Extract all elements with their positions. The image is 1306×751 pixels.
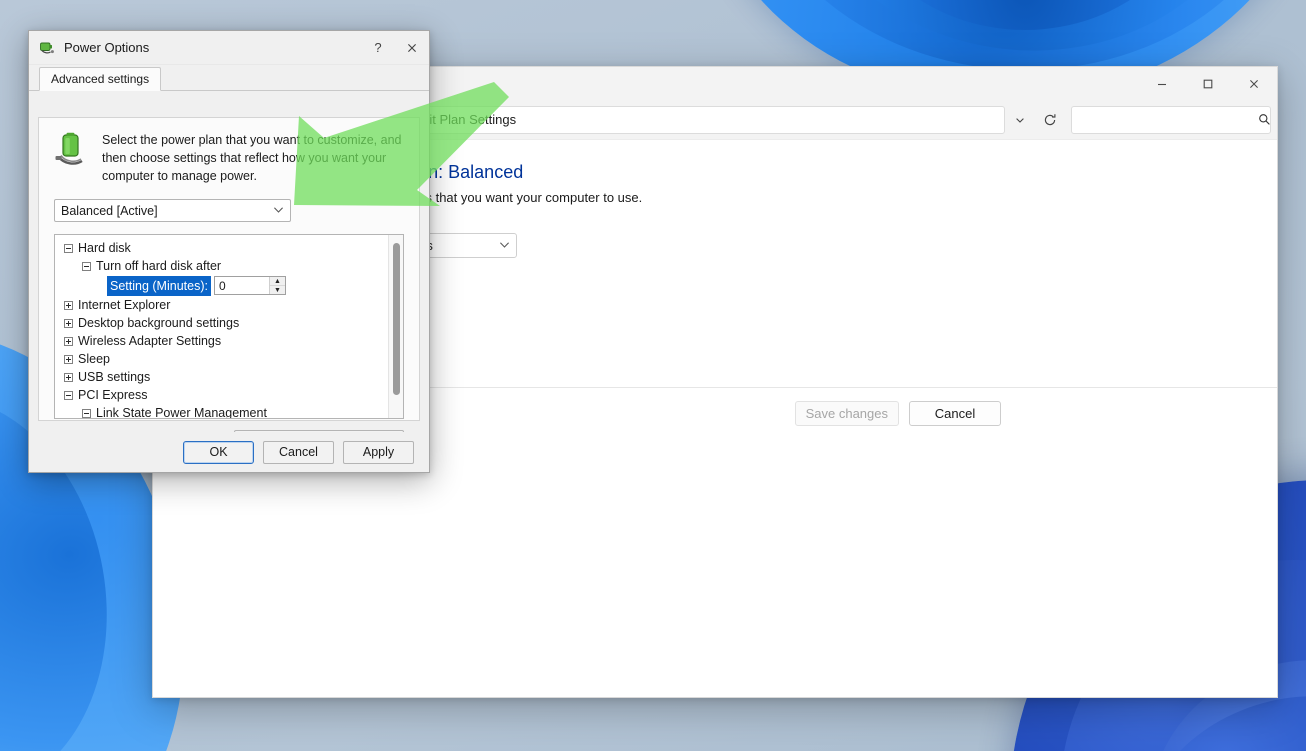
tree-item-link-state-power-management[interactable]: Link State Power Management [55,404,403,420]
ok-button[interactable]: OK [183,440,254,464]
dialog-tabstrip: Advanced settings [29,65,429,91]
expand-icon[interactable] [64,354,73,364]
dialog-intro-text: Select the power plan that you want to c… [102,133,402,183]
collapse-icon[interactable] [64,390,73,400]
power-plug-battery-icon [39,39,56,56]
close-icon[interactable] [1231,67,1277,100]
close-icon[interactable] [395,32,429,64]
power-options-dialog: Power Options ? Advanced settings Select… [28,30,430,473]
tree-scrollbar-thumb[interactable] [393,243,400,396]
expand-icon[interactable] [64,372,73,382]
tree-item-pci-express[interactable]: PCI Express [55,386,403,404]
refresh-icon[interactable] [1035,106,1065,134]
dialog-buttons: OK Cancel Apply [29,432,429,472]
setting-minutes-value[interactable]: 0 [215,277,269,294]
tree-item-hard-disk[interactable]: Hard disk [55,239,403,257]
expand-icon[interactable] [64,318,73,328]
chevron-down-icon [499,241,510,251]
chevron-down-icon [273,206,284,216]
tree-item-label: Sleep [78,352,110,367]
cancel-button[interactable]: Cancel [909,401,1001,426]
collapse-icon[interactable] [64,243,73,253]
search-input[interactable] [1071,105,1271,134]
tree-item-label: Turn off hard disk after [96,259,222,274]
tree-items: Hard disk Turn off hard disk after Setti… [55,235,403,420]
tree-item-label: Hard disk [78,241,131,256]
help-button[interactable]: ? [361,32,395,64]
tree-item-label: Desktop background settings [78,316,240,331]
tree-item-wireless-adapter-settings[interactable]: Wireless Adapter Settings [55,332,403,350]
minimize-icon[interactable] [1139,67,1185,100]
chevron-down-icon[interactable] [1005,106,1035,134]
tree-item-usb-settings[interactable]: USB settings [55,368,403,386]
tree-item-label: USB settings [78,370,151,385]
dialog-title: Power Options [64,40,150,55]
tree-item-label: Wireless Adapter Settings [78,334,222,349]
apply-button[interactable]: Apply [343,440,414,464]
expand-icon[interactable] [64,300,73,310]
stepper-buttons[interactable]: ▲ ▼ [268,277,285,295]
dialog-intro: Select the power plan that you want to c… [54,132,404,185]
tree-item-label: PCI Express [78,388,148,403]
stepper-down-icon[interactable]: ▼ [270,286,285,294]
collapse-icon[interactable] [82,408,91,418]
search-field[interactable] [1078,111,1258,128]
tree-item-internet-explorer[interactable]: Internet Explorer [55,296,403,314]
stepper-up-icon[interactable]: ▲ [269,277,285,287]
tab-advanced-settings[interactable]: Advanced settings [39,67,162,91]
search-icon [1258,113,1271,126]
tree-scrollbar[interactable] [388,235,403,419]
save-changes-button[interactable]: Save changes [794,401,899,426]
tree-item-label: Link State Power Management [96,406,267,420]
tree-item-setting-minutes[interactable]: Setting (Minutes): 0 ▲ ▼ [55,275,403,296]
advanced-settings-pane: Select the power plan that you want to c… [38,117,420,454]
tree-item-turn-off-hard-disk-after[interactable]: Turn off hard disk after [55,257,403,275]
collapse-icon[interactable] [82,261,91,271]
power-plan-value: Balanced [Active] [61,203,158,218]
expand-icon[interactable] [64,336,73,346]
power-plan-select[interactable]: Balanced [Active] [54,199,291,223]
tree-item-label: Internet Explorer [78,298,171,313]
cancel-button[interactable]: Cancel [263,440,334,464]
tree-item-desktop-background-settings[interactable]: Desktop background settings [55,314,403,332]
maximize-icon[interactable] [1185,67,1231,100]
battery-plug-icon [54,132,88,168]
tree-item-sleep[interactable]: Sleep [55,350,403,368]
setting-minutes-stepper[interactable]: 0 ▲ ▼ [213,276,286,296]
dialog-titlebar: Power Options ? [29,31,429,65]
tree-item-label-selected: Setting (Minutes): [107,275,211,296]
advanced-settings-tree[interactable]: Hard disk Turn off hard disk after Setti… [54,234,404,420]
